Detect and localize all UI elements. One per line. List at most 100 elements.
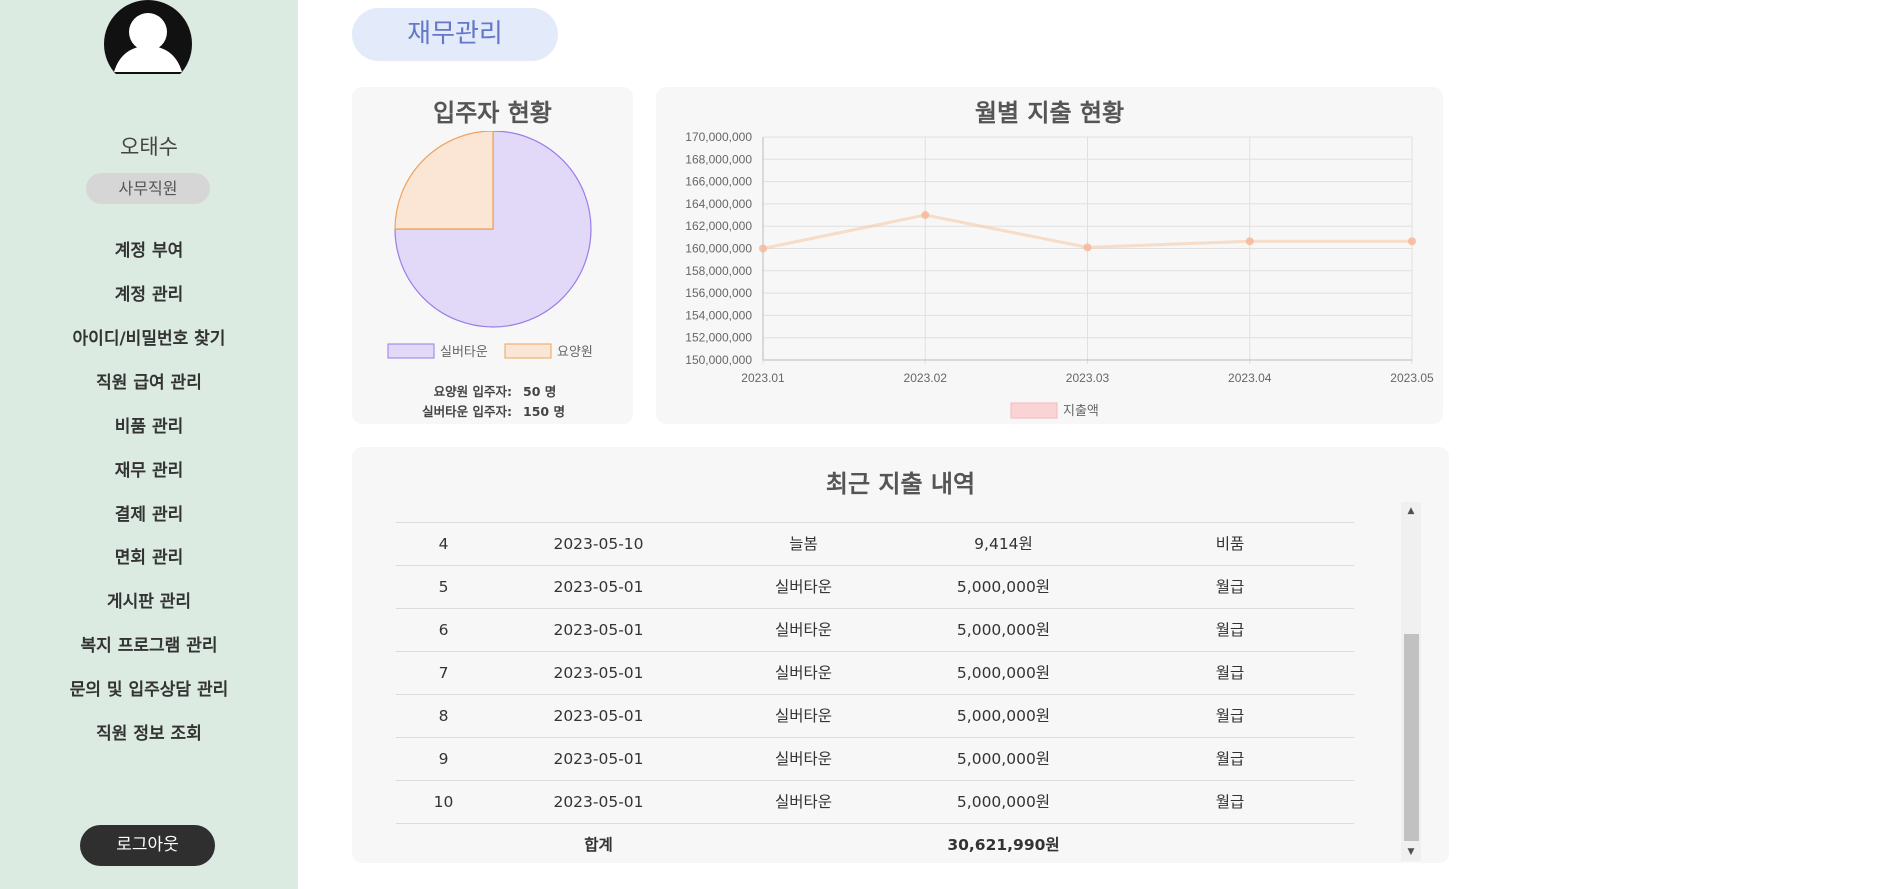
nav-item-payment[interactable]: 결제 관리 xyxy=(0,500,298,525)
cell-no: 9 xyxy=(438,750,449,768)
cell-no: 4 xyxy=(438,535,449,553)
data-point[interactable] xyxy=(921,211,930,220)
stat-silvertown-value: 150 명 xyxy=(523,404,565,419)
cell-date: 2023-05-01 xyxy=(553,707,644,725)
legend-label-1[interactable]: 요양원 xyxy=(557,345,593,360)
table-scrollbar[interactable]: ▲ ▼ xyxy=(1401,502,1421,861)
table-row[interactable]: 7 2023-05-01 실버타운 5,000,000원 월급 xyxy=(396,652,1354,695)
user-name: 오태수 xyxy=(120,135,178,159)
table-row[interactable]: 10 2023-05-01 실버타운 5,000,000원 월급 xyxy=(396,781,1354,824)
cell-place: 실버타운 xyxy=(774,578,833,596)
nav-item-account-grant[interactable]: 계정 부여 xyxy=(0,236,298,261)
page-title: 재무관리 xyxy=(352,8,558,61)
cell-date: 2023-05-01 xyxy=(553,664,644,682)
role-badge: 사무직원 xyxy=(86,173,210,204)
nav-item-welfare[interactable]: 복지 프로그램 관리 xyxy=(0,631,298,656)
legend-swatch-expense[interactable] xyxy=(1010,402,1058,419)
cell-category: 월급 xyxy=(1215,664,1245,682)
stat-nursing: 요양원 입주자: 50 명 xyxy=(352,381,633,401)
cell-amount: 5,000,000원 xyxy=(956,707,1051,725)
y-tick-label: 154,000,000 xyxy=(685,308,752,322)
cell-no: 8 xyxy=(438,707,449,725)
recent-expenses-card: 최근 지출 내역 4 2023-05-10 늘봄 9,414원 비품 5 2023-05-0… xyxy=(352,447,1449,863)
scrollbar-thumb[interactable] xyxy=(1404,634,1419,841)
stat-silvertown: 실버타운 입주자: 150 명 xyxy=(352,401,633,421)
cell-category: 월급 xyxy=(1215,621,1245,639)
cell-category: 월급 xyxy=(1215,707,1245,725)
expenses-chart-card: 월별 지출 현황 150,000,000 152,000,000 154,000,0… xyxy=(656,87,1443,424)
cell-no: 5 xyxy=(438,578,449,596)
nav-item-visits[interactable]: 면회 관리 xyxy=(0,543,298,568)
table-row[interactable]: 8 2023-05-01 실버타운 5,000,000원 월급 xyxy=(396,695,1354,738)
stat-silvertown-label: 실버타운 입주자: xyxy=(422,404,512,419)
data-point[interactable] xyxy=(1083,243,1092,252)
residents-card: 입주자 현황 실버타운 요양원 요양원 입주자: 50 명 실버타운 입주자: 1… xyxy=(352,87,633,424)
nav-item-account-manage[interactable]: 계정 관리 xyxy=(0,280,298,305)
legend-swatch-0[interactable] xyxy=(387,343,435,359)
y-tick-label: 168,000,000 xyxy=(685,152,752,166)
x-tick-label: 2023.02 xyxy=(904,371,948,385)
table-row[interactable]: 6 2023-05-01 실버타운 5,000,000원 월급 xyxy=(396,609,1354,652)
y-tick-label: 160,000,000 xyxy=(685,242,752,256)
pie-slice-1[interactable] xyxy=(394,131,494,230)
cell-category: 월급 xyxy=(1215,793,1245,811)
table-row[interactable]: 5 2023-05-01 실버타운 5,000,000원 월급 xyxy=(396,566,1354,609)
cell-amount: 9,414원 xyxy=(974,535,1033,553)
cell-place: 실버타운 xyxy=(774,750,833,768)
x-tick-label: 2023.05 xyxy=(1390,371,1434,385)
table-row[interactable]: 9 2023-05-01 실버타운 5,000,000원 월급 xyxy=(396,738,1354,781)
cell-category: 비품 xyxy=(1215,535,1245,553)
data-point[interactable] xyxy=(1245,237,1254,246)
nav-item-inquiry[interactable]: 문의 및 입주상담 관리 xyxy=(0,675,298,700)
stat-nursing-value: 50 명 xyxy=(523,384,557,399)
y-tick-label: 158,000,000 xyxy=(685,264,752,278)
nav-item-finance[interactable]: 재무 관리 xyxy=(0,456,298,481)
cell-place: 실버타운 xyxy=(774,621,833,639)
legend-label-expense[interactable]: 지출액 xyxy=(1063,404,1099,419)
monthly-expense-line-chart: 150,000,000 152,000,000 154,000,000 156,000… xyxy=(685,130,1434,419)
residents-pie-chart: 실버타운 요양원 xyxy=(387,131,593,360)
legend-swatch-1[interactable] xyxy=(504,343,552,359)
nav-item-salary[interactable]: 직원 급여 관리 xyxy=(0,368,298,393)
cell-date: 2023-05-01 xyxy=(553,793,644,811)
recent-expenses-table[interactable]: 4 2023-05-10 늘봄 9,414원 비품 5 2023-05-01 실버타운 5,00… xyxy=(396,502,1354,857)
cell-no: 6 xyxy=(438,621,449,639)
legend-label-0[interactable]: 실버타운 xyxy=(440,345,488,360)
data-point[interactable] xyxy=(759,244,767,253)
residents-title: 입주자 현황 xyxy=(433,99,552,127)
triangle-down-icon[interactable]: ▼ xyxy=(1401,847,1421,857)
total-label: 합계 xyxy=(584,836,613,854)
cell-date: 2023-05-01 xyxy=(553,621,644,639)
x-tick-label: 2023.01 xyxy=(741,371,785,385)
cell-amount: 5,000,000원 xyxy=(956,664,1051,682)
y-tick-label: 162,000,000 xyxy=(685,219,752,233)
cell-place: 실버타운 xyxy=(774,664,833,682)
cell-place: 실버타운 xyxy=(774,793,833,811)
table-total-row: 합계 30,621,990원 xyxy=(396,824,1354,857)
avatar-icon xyxy=(104,0,192,74)
logout-button[interactable]: 로그아웃 xyxy=(80,825,215,866)
nav-item-staff-info[interactable]: 직원 정보 조회 xyxy=(0,719,298,744)
y-tick-label: 170,000,000 xyxy=(685,130,752,144)
triangle-up-icon[interactable]: ▲ xyxy=(1401,506,1421,516)
cell-date: 2023-05-01 xyxy=(553,578,644,596)
cell-place: 늘봄 xyxy=(789,535,818,553)
y-tick-label: 156,000,000 xyxy=(685,286,752,300)
data-point[interactable] xyxy=(1408,237,1416,246)
y-tick-label: 150,000,000 xyxy=(685,353,752,367)
cell-date: 2023-05-01 xyxy=(553,750,644,768)
nav-item-supplies[interactable]: 비품 관리 xyxy=(0,412,298,437)
y-tick-label: 164,000,000 xyxy=(685,197,752,211)
cell-category: 월급 xyxy=(1215,578,1245,596)
cell-amount: 5,000,000원 xyxy=(956,621,1051,639)
nav-item-board[interactable]: 게시판 관리 xyxy=(0,587,298,612)
y-tick-label: 166,000,000 xyxy=(685,175,752,189)
cell-no: 7 xyxy=(438,664,449,682)
recent-expenses-title: 최근 지출 내역 xyxy=(825,470,976,498)
sidebar: 오태수 사무직원 계정 부여 계정 관리 아이디/비밀번호 찾기 직원 급여 관… xyxy=(0,0,298,889)
x-tick-label: 2023.04 xyxy=(1228,371,1272,385)
y-tick-label: 152,000,000 xyxy=(685,331,752,345)
table-row[interactable]: 4 2023-05-10 늘봄 9,414원 비품 xyxy=(396,523,1354,566)
cell-date: 2023-05-10 xyxy=(553,535,644,553)
nav-item-find-credentials[interactable]: 아이디/비밀번호 찾기 xyxy=(0,324,298,349)
